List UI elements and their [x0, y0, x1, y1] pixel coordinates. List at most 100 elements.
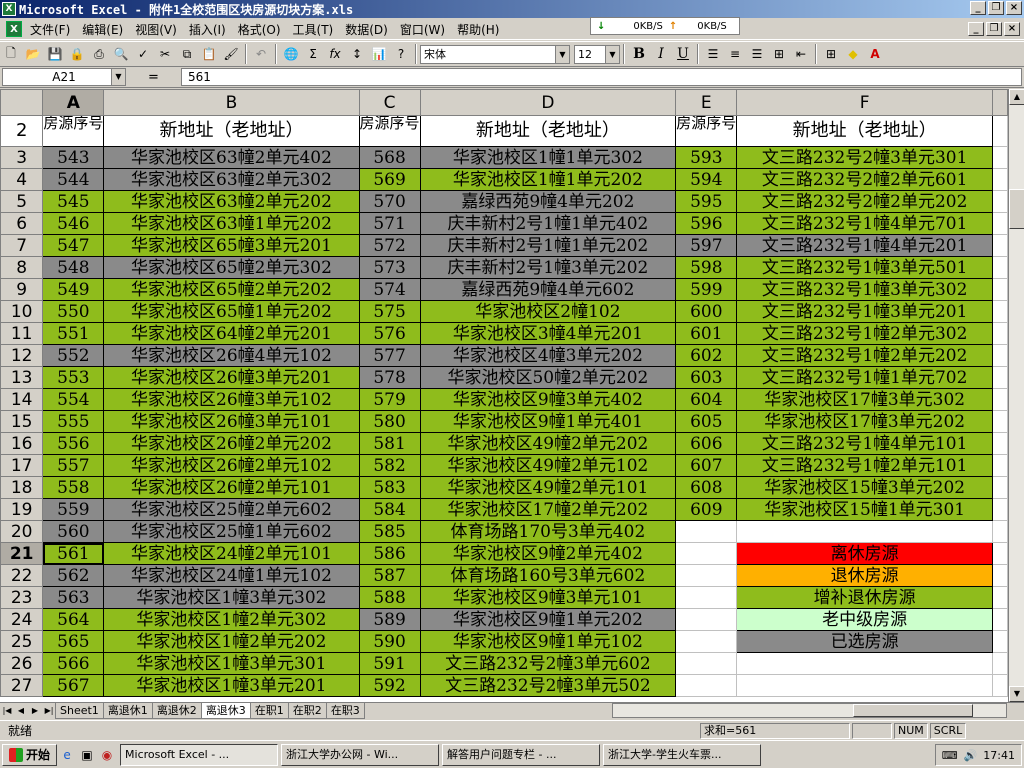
header-cell-b[interactable]: 新地址（老地址） [103, 115, 360, 147]
cell-d[interactable]: 华家池校区9幢2单元402 [419, 542, 677, 565]
empty-cell[interactable] [992, 476, 1008, 499]
cell-a[interactable]: 561 [42, 542, 105, 565]
row-header[interactable]: 12 [0, 344, 44, 367]
column-header-b[interactable]: B [103, 89, 360, 116]
menu-data[interactable]: 数据(D) [341, 21, 396, 38]
cell-f[interactable]: 文三路232号1幢2单元302 [736, 322, 994, 345]
cell-a[interactable]: 555 [42, 410, 105, 433]
copy-icon[interactable]: ⧉ [176, 43, 198, 65]
cell-e[interactable]: 593 [675, 146, 738, 169]
cell-a[interactable]: 550 [42, 300, 105, 323]
cell-b[interactable]: 华家池校区26幢3单元201 [103, 366, 360, 389]
cell-b[interactable]: 华家池校区1幢2单元202 [103, 630, 360, 653]
cell-d[interactable]: 华家池校区9幢1单元401 [419, 410, 677, 433]
desktop-icon[interactable]: ▣ [77, 745, 97, 765]
cell-b[interactable]: 华家池校区1幢2单元302 [103, 608, 360, 631]
column-header-c[interactable]: C [358, 89, 421, 116]
header-cell-d[interactable]: 新地址（老地址） [419, 115, 677, 147]
cell-f[interactable]: 文三路232号1幢4单元701 [736, 212, 994, 235]
cell-a[interactable]: 557 [42, 454, 105, 477]
cell-d[interactable]: 华家池校区1幢1单元202 [419, 168, 677, 191]
empty-cell[interactable] [992, 366, 1008, 389]
empty-cell[interactable] [992, 542, 1008, 565]
row-header[interactable]: 15 [0, 410, 44, 433]
cell-e[interactable]: 594 [675, 168, 738, 191]
row-header[interactable]: 7 [0, 234, 44, 257]
empty-cell[interactable] [992, 300, 1008, 323]
cell-a[interactable]: 552 [42, 344, 105, 367]
empty-cell[interactable] [992, 674, 1008, 697]
empty-cell[interactable] [992, 278, 1008, 301]
cell-a[interactable]: 567 [42, 674, 105, 697]
cell-f[interactable] [736, 652, 994, 675]
bold-button[interactable]: B [628, 43, 650, 65]
cell-d[interactable]: 文三路232号2幢3单元602 [419, 652, 677, 675]
cell-c[interactable]: 572 [358, 234, 421, 257]
cell-d[interactable]: 庆丰新村2号1幢3单元202 [419, 256, 677, 279]
cell-a[interactable]: 558 [42, 476, 105, 499]
function-button[interactable]: fx [324, 43, 346, 65]
empty-cell[interactable] [992, 520, 1008, 543]
tab-active-2[interactable]: 在职2 [287, 703, 327, 719]
empty-cell[interactable] [992, 115, 1008, 147]
row-header[interactable]: 4 [0, 168, 44, 191]
cell-e[interactable]: 607 [675, 454, 738, 477]
cell-d[interactable]: 华家池校区9幢1单元102 [419, 630, 677, 653]
cell-e[interactable] [675, 542, 738, 565]
empty-cell[interactable] [992, 410, 1008, 433]
scroll-up-icon[interactable]: ▲ [1009, 89, 1024, 105]
first-sheet-icon[interactable]: |◀ [0, 704, 14, 718]
cell-e[interactable] [675, 586, 738, 609]
cell-e[interactable]: 600 [675, 300, 738, 323]
cell-b[interactable]: 华家池校区1幢3单元301 [103, 652, 360, 675]
cell-c[interactable]: 579 [358, 388, 421, 411]
cell-c[interactable]: 570 [358, 190, 421, 213]
cell-c[interactable]: 574 [358, 278, 421, 301]
align-center-icon[interactable]: ≡ [724, 43, 746, 65]
row-header[interactable]: 17 [0, 454, 44, 477]
column-header-d[interactable]: D [419, 89, 677, 116]
cell-a[interactable]: 551 [42, 322, 105, 345]
cell-b[interactable]: 华家池校区25幢2单元602 [103, 498, 360, 521]
workbook-restore-button[interactable]: ❐ [986, 22, 1002, 36]
cell-f[interactable]: 文三路232号1幢3单元501 [736, 256, 994, 279]
row-header[interactable]: 5 [0, 190, 44, 213]
row-header[interactable]: 27 [0, 674, 44, 697]
cell-d[interactable]: 华家池校区1幢1单元302 [419, 146, 677, 169]
cell-b[interactable]: 华家池校区26幢3单元101 [103, 410, 360, 433]
language-icon[interactable]: ⌨ [942, 749, 958, 762]
permission-icon[interactable]: 🔒 [66, 43, 88, 65]
cell-d[interactable]: 华家池校区9幢3单元402 [419, 388, 677, 411]
close-button[interactable]: × [1006, 1, 1022, 15]
cell-e[interactable]: 608 [675, 476, 738, 499]
cell-c[interactable]: 573 [358, 256, 421, 279]
cell-f[interactable]: 华家池校区17幢3单元202 [736, 410, 994, 433]
row-header[interactable]: 16 [0, 432, 44, 455]
cell-a[interactable]: 565 [42, 630, 105, 653]
taskbar-ie-train-button[interactable]: 浙江大学-学生火车票... [603, 743, 762, 766]
cell-d[interactable]: 华家池校区49幢2单元101 [419, 476, 677, 499]
menu-tools[interactable]: 工具(T) [289, 21, 342, 38]
cell-f[interactable]: 文三路232号1幢3单元302 [736, 278, 994, 301]
formula-input[interactable]: 561 [181, 68, 1022, 86]
cell-e[interactable] [675, 564, 738, 587]
italic-button[interactable]: I [650, 43, 672, 65]
taskbar-ie-office-button[interactable]: 浙江大学办公网 - Wi... [281, 743, 440, 766]
cell-f[interactable]: 文三路232号1幢2单元202 [736, 344, 994, 367]
cell-c[interactable]: 580 [358, 410, 421, 433]
paste-icon[interactable]: 📋 [198, 43, 220, 65]
header-cell-e[interactable]: 房源序号 [675, 115, 738, 147]
cell-b[interactable]: 华家池校区26幢2单元202 [103, 432, 360, 455]
ie-icon[interactable]: e [57, 745, 77, 765]
cell-f[interactable]: 离休房源 [736, 542, 994, 565]
cell-e[interactable]: 603 [675, 366, 738, 389]
worksheet-grid[interactable]: A B C D E F 2 房源序号 新地址（老地址） 房源序号 新地址（老地址… [0, 89, 1008, 702]
cell-d[interactable]: 华家池校区9幢3单元101 [419, 586, 677, 609]
cell-b[interactable]: 华家池校区25幢1单元602 [103, 520, 360, 543]
empty-cell[interactable] [992, 212, 1008, 235]
cell-a[interactable]: 545 [42, 190, 105, 213]
font-name-select[interactable]: 宋体 ▼ [420, 44, 570, 64]
menu-window[interactable]: 窗口(W) [396, 21, 453, 38]
cell-b[interactable]: 华家池校区24幢1单元102 [103, 564, 360, 587]
fill-color-icon[interactable]: ◆ [842, 43, 864, 65]
